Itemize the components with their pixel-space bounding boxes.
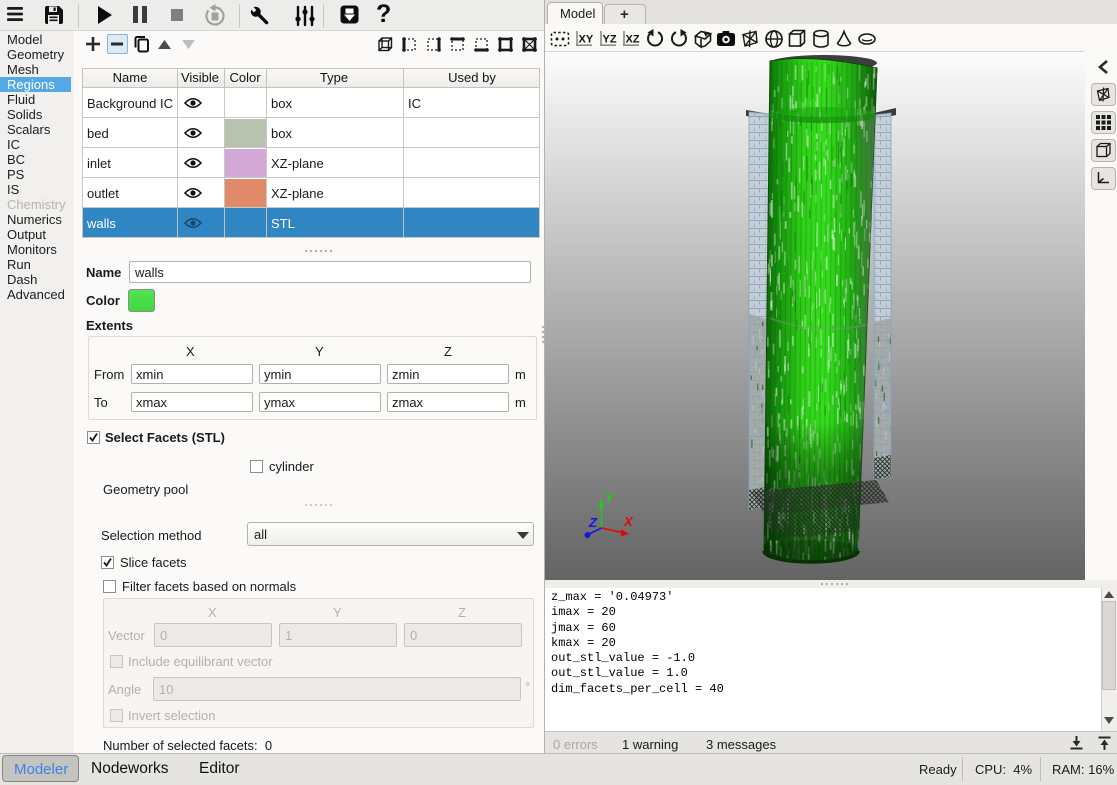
svg-text:Y: Y	[605, 490, 615, 505]
svg-text:XZ: XZ	[626, 34, 640, 46]
svg-text:Z: Z	[588, 515, 598, 530]
svg-text:X: X	[623, 514, 634, 529]
svg-text:XY: XY	[579, 34, 594, 46]
svg-text:YZ: YZ	[603, 34, 617, 46]
